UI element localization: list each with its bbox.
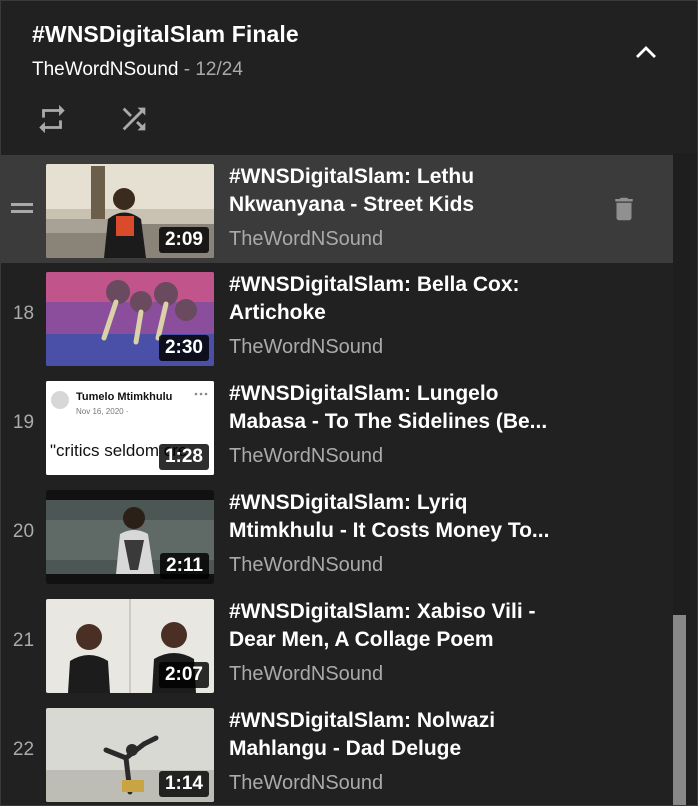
- delete-button[interactable]: [604, 189, 644, 229]
- video-title[interactable]: #WNSDigitalSlam: Nolwazi Mahlangu - Dad …: [229, 707, 574, 763]
- thumbnail-author: Tumelo Mtimkhulu: [76, 391, 173, 403]
- collapse-button[interactable]: [627, 33, 665, 71]
- duration-badge: 2:11: [160, 553, 209, 579]
- video-thumbnail[interactable]: 2:09: [46, 164, 214, 258]
- loop-button[interactable]: [32, 99, 72, 139]
- video-thumbnail[interactable]: 2:30: [46, 272, 214, 366]
- trash-icon: [615, 197, 633, 221]
- shuffle-icon: [122, 107, 146, 131]
- thumbnail-date: Nov 16, 2020 ·: [76, 407, 129, 416]
- video-thumbnail[interactable]: 1:14: [46, 708, 214, 802]
- item-index: 21: [12, 630, 35, 651]
- drag-handle-icon[interactable]: [11, 203, 33, 215]
- duration-badge: 2:09: [158, 227, 209, 253]
- shuffle-button[interactable]: [114, 99, 154, 139]
- playlist-panel: #WNSDigitalSlam Finale TheWordNSound - 1…: [0, 0, 698, 806]
- playlist-item[interactable]: 21 2:07 #WNSDigitalSlam: Xabiso Vili - D…: [1, 590, 673, 698]
- video-channel[interactable]: TheWordNSound: [229, 445, 383, 468]
- item-index: 22: [12, 739, 35, 760]
- scrollbar-thumb[interactable]: [673, 615, 686, 805]
- video-channel[interactable]: TheWordNSound: [229, 663, 383, 686]
- loop-icon: [39, 104, 65, 134]
- playlist-position: 12/24: [195, 59, 243, 80]
- playlist-items: 2:09 #WNSDigitalSlam: Lethu Nkwanyana - …: [1, 153, 673, 805]
- video-channel[interactable]: TheWordNSound: [229, 772, 383, 795]
- duration-badge: 1:28: [158, 444, 209, 470]
- playlist-item[interactable]: 22 1:14 #WNSDigitalSlam: Nolwazi Mahlang…: [1, 699, 673, 805]
- video-title[interactable]: #WNSDigitalSlam: Lyriq Mtimkhulu - It Co…: [229, 489, 574, 545]
- item-index: 19: [12, 412, 35, 433]
- video-title[interactable]: #WNSDigitalSlam: Bella Cox: Artichoke: [229, 271, 574, 327]
- video-title[interactable]: #WNSDigitalSlam: Lungelo Mabasa - To The…: [229, 380, 574, 436]
- item-index: 18: [12, 303, 35, 324]
- item-index: 20: [12, 521, 35, 542]
- video-channel[interactable]: TheWordNSound: [229, 336, 383, 359]
- video-title[interactable]: #WNSDigitalSlam: Xabiso Vili - Dear Men,…: [229, 598, 574, 654]
- duration-badge: 2:30: [158, 335, 209, 361]
- duration-badge: 1:14: [158, 771, 209, 797]
- playlist-subtitle: TheWordNSound - 12/24: [32, 59, 243, 81]
- video-channel[interactable]: TheWordNSound: [229, 228, 383, 251]
- playlist-channel-link[interactable]: TheWordNSound: [32, 59, 178, 80]
- subtitle-separator: -: [178, 59, 196, 80]
- video-title[interactable]: #WNSDigitalSlam: Lethu Nkwanyana - Stree…: [229, 163, 574, 219]
- duration-badge: 2:07: [158, 662, 209, 688]
- playlist-item[interactable]: 19 Tumelo Mtimkhulu Nov 16, 2020 · "crit…: [1, 372, 673, 480]
- video-channel[interactable]: TheWordNSound: [229, 554, 383, 577]
- playlist-item[interactable]: 2:09 #WNSDigitalSlam: Lethu Nkwanyana - …: [1, 155, 673, 263]
- video-thumbnail[interactable]: Tumelo Mtimkhulu Nov 16, 2020 · "critics…: [46, 381, 214, 475]
- playlist-title[interactable]: #WNSDigitalSlam Finale: [32, 21, 299, 48]
- playlist-item[interactable]: 20 2:11 #WNSDigitalSlam: Lyriq Mtimkhulu…: [1, 481, 673, 589]
- chevron-up-icon: [636, 46, 656, 58]
- playlist-item[interactable]: 18 2:30 #WNSDigitalSlam: Bella Cox: Arti: [1, 263, 673, 371]
- video-thumbnail[interactable]: 2:07: [46, 599, 214, 693]
- playlist-header: #WNSDigitalSlam Finale TheWordNSound - 1…: [1, 1, 697, 153]
- video-thumbnail[interactable]: 2:11: [46, 490, 214, 584]
